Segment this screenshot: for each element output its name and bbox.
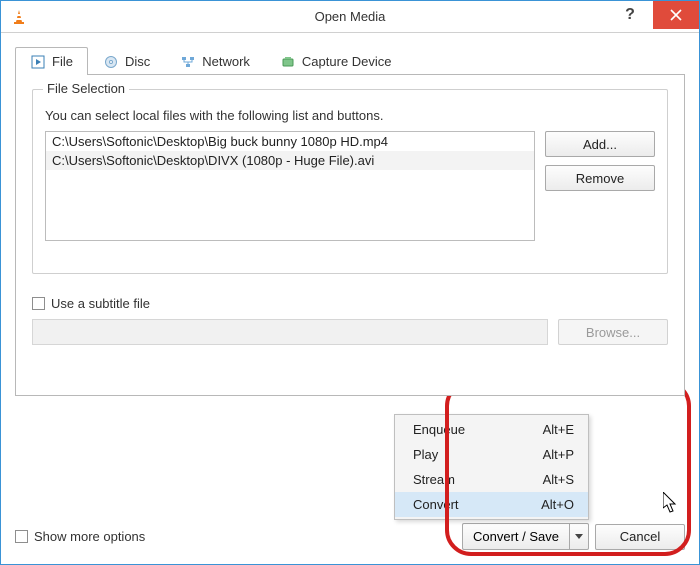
convert-save-main[interactable]: Convert / Save xyxy=(462,523,569,550)
convert-save-button[interactable]: Convert / Save xyxy=(462,523,589,550)
menu-item-shortcut: Alt+P xyxy=(543,447,574,462)
file-play-icon xyxy=(30,54,46,70)
close-button[interactable] xyxy=(653,1,699,29)
remove-button[interactable]: Remove xyxy=(545,165,655,191)
client-area: File Disc Network Capture Device xyxy=(1,33,699,564)
tab-label: Capture Device xyxy=(302,54,392,69)
menu-item-convert[interactable]: Convert Alt+O xyxy=(395,492,588,517)
menu-item-stream[interactable]: Stream Alt+S xyxy=(395,467,588,492)
tab-network[interactable]: Network xyxy=(165,47,265,75)
chevron-down-icon xyxy=(575,534,583,539)
menu-item-play[interactable]: Play Alt+P xyxy=(395,442,588,467)
add-button[interactable]: Add... xyxy=(545,131,655,157)
tab-label: Disc xyxy=(125,54,150,69)
help-button[interactable]: ? xyxy=(607,1,653,29)
file-selection-help: You can select local files with the foll… xyxy=(45,108,655,123)
window-buttons: ? xyxy=(607,1,699,29)
menu-item-shortcut: Alt+S xyxy=(543,472,574,487)
menu-item-label: Enqueue xyxy=(413,422,465,437)
convert-save-menu: Enqueue Alt+E Play Alt+P Stream Alt+S Co… xyxy=(394,414,589,520)
window-title: Open Media xyxy=(1,9,699,24)
subtitle-path-input xyxy=(32,319,548,345)
disc-icon xyxy=(103,54,119,70)
list-item[interactable]: C:\Users\Softonic\Desktop\Big buck bunny… xyxy=(46,132,534,151)
file-selection-group: File Selection You can select local file… xyxy=(32,89,668,274)
cancel-button[interactable]: Cancel xyxy=(595,524,685,550)
menu-item-enqueue[interactable]: Enqueue Alt+E xyxy=(395,417,588,442)
tab-capture[interactable]: Capture Device xyxy=(265,47,407,75)
tab-file[interactable]: File xyxy=(15,47,88,75)
show-more-label: Show more options xyxy=(34,529,145,544)
group-legend: File Selection xyxy=(43,81,129,96)
subtitle-checkbox-label: Use a subtitle file xyxy=(51,296,150,311)
action-buttons: Enqueue Alt+E Play Alt+P Stream Alt+S Co… xyxy=(462,523,685,550)
menu-item-label: Play xyxy=(413,447,438,462)
menu-item-label: Convert xyxy=(413,497,459,512)
list-item[interactable]: C:\Users\Softonic\Desktop\DIVX (1080p - … xyxy=(46,151,534,170)
subtitle-section: Use a subtitle file Browse... xyxy=(32,296,668,345)
capture-device-icon xyxy=(280,54,296,70)
menu-item-shortcut: Alt+E xyxy=(543,422,574,437)
file-list[interactable]: C:\Users\Softonic\Desktop\Big buck bunny… xyxy=(45,131,535,241)
tab-page-file: File Selection You can select local file… xyxy=(15,74,685,396)
network-icon xyxy=(180,54,196,70)
tab-label: Network xyxy=(202,54,250,69)
browse-button: Browse... xyxy=(558,319,668,345)
menu-item-shortcut: Alt+O xyxy=(541,497,574,512)
tabstrip: File Disc Network Capture Device xyxy=(15,45,685,75)
show-more-checkbox[interactable] xyxy=(15,530,28,543)
tab-disc[interactable]: Disc xyxy=(88,47,165,75)
tab-label: File xyxy=(52,54,73,69)
titlebar: Open Media ? xyxy=(1,1,699,33)
convert-save-dropdown[interactable] xyxy=(569,523,589,550)
vlc-cone-icon xyxy=(9,7,29,27)
menu-item-label: Stream xyxy=(413,472,455,487)
subtitle-checkbox[interactable] xyxy=(32,297,45,310)
dialog-footer: Show more options Enqueue Alt+E Play Alt… xyxy=(15,523,685,550)
open-media-dialog: Open Media ? File Disc xyxy=(0,0,700,565)
